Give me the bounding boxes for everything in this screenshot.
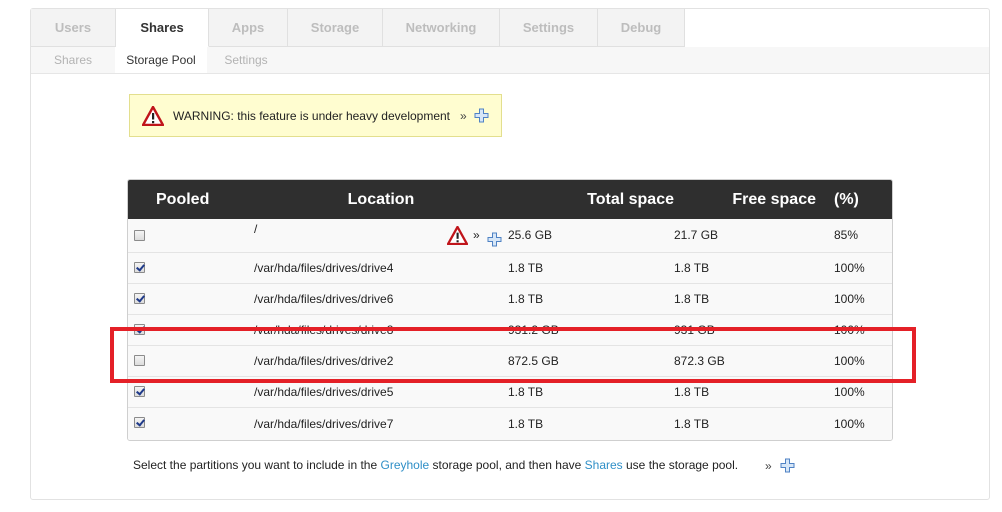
footer-more-link[interactable]: »: [765, 459, 772, 473]
table-row: /var/hda/files/drives/drive4 1.8 TB 1.8 …: [128, 252, 892, 283]
tab-users[interactable]: Users: [31, 9, 116, 47]
total-space-cell: 931.2 GB: [508, 323, 559, 337]
table-row: /var/hda/files/drives/drive5 1.8 TB 1.8 …: [128, 376, 892, 407]
table-row: /var/hda/files/drives/drive2 872.5 GB 87…: [128, 345, 892, 376]
total-space-cell: 1.8 TB: [508, 417, 544, 431]
sub-navigation: Shares Storage Pool Settings: [31, 47, 989, 74]
subtab-shares[interactable]: Shares: [31, 47, 115, 73]
free-space-cell: 1.8 TB: [674, 385, 710, 399]
location-cell: /var/hda/files/drives/drive8: [254, 323, 394, 337]
free-space-cell: 1.8 TB: [674, 417, 710, 431]
pooled-checkbox[interactable]: [134, 386, 145, 397]
footer-text-before: Select the partitions you want to includ…: [133, 458, 381, 472]
location-cell: /var/hda/files/drives/drive6: [254, 292, 394, 306]
pooled-checkbox[interactable]: [134, 417, 145, 428]
plus-icon[interactable]: [780, 458, 795, 478]
warning-banner: WARNING: this feature is under heavy dev…: [129, 94, 502, 137]
location-cell: /: [254, 222, 258, 236]
row-more-link[interactable]: »: [473, 219, 480, 252]
header-location: Location: [347, 191, 415, 208]
subtab-settings[interactable]: Settings: [207, 47, 285, 73]
table-row: / » 25.6 GB 21.7 GB 85%: [128, 219, 892, 252]
table-row: /var/hda/files/drives/drive6 1.8 TB 1.8 …: [128, 283, 892, 314]
tab-settings[interactable]: Settings: [500, 9, 598, 47]
free-space-cell: 872.3 GB: [674, 354, 725, 368]
header-pooled: Pooled: [156, 191, 210, 208]
total-space-cell: 872.5 GB: [508, 354, 559, 368]
free-space-cell: 1.8 TB: [674, 292, 710, 306]
percent-cell: 85%: [834, 228, 859, 242]
table-header: Pooled Location Total space Free space (…: [128, 180, 892, 219]
tab-apps[interactable]: Apps: [209, 9, 288, 47]
location-cell: /var/hda/files/drives/drive4: [254, 261, 394, 275]
header-total-space: Total space: [587, 191, 674, 208]
footer-instructions: Select the partitions you want to includ…: [133, 458, 738, 472]
total-space-cell: 1.8 TB: [508, 292, 544, 306]
plus-icon[interactable]: [474, 108, 489, 128]
pooled-checkbox[interactable]: [134, 355, 145, 366]
greyhole-link[interactable]: Greyhole: [380, 458, 429, 472]
warning-icon: [141, 105, 165, 131]
table-row: /var/hda/files/drives/drive7 1.8 TB 1.8 …: [128, 407, 892, 440]
total-space-cell: 1.8 TB: [508, 261, 544, 275]
percent-cell: 100%: [834, 417, 865, 431]
tab-shares[interactable]: Shares: [116, 9, 209, 47]
total-space-cell: 25.6 GB: [508, 228, 553, 242]
tab-storage[interactable]: Storage: [288, 9, 383, 47]
percent-cell: 100%: [834, 385, 865, 399]
percent-cell: 100%: [834, 292, 865, 306]
storage-pool-table: Pooled Location Total space Free space (…: [127, 179, 893, 441]
shares-link[interactable]: Shares: [585, 458, 623, 472]
location-cell: /var/hda/files/drives/drive7: [254, 417, 394, 431]
tab-debug[interactable]: Debug: [598, 9, 685, 47]
warning-text: WARNING: this feature is under heavy dev…: [173, 109, 451, 123]
free-space-cell: 1.8 TB: [674, 261, 710, 275]
tab-networking[interactable]: Networking: [383, 9, 500, 47]
footer-text-middle: storage pool, and then have: [429, 458, 585, 472]
pooled-checkbox[interactable]: [134, 230, 145, 241]
subtab-storage-pool[interactable]: Storage Pool: [115, 47, 207, 73]
main-panel: Users Shares Apps Storage Networking Set…: [30, 8, 990, 500]
total-space-cell: 1.8 TB: [508, 385, 544, 399]
warning-more-link[interactable]: »: [460, 109, 467, 123]
percent-cell: 100%: [834, 261, 865, 275]
location-cell: /var/hda/files/drives/drive2: [254, 354, 394, 368]
header-percent: (%): [834, 191, 859, 208]
free-space-cell: 931 GB: [674, 323, 715, 337]
percent-cell: 100%: [834, 354, 865, 368]
table-row: /var/hda/files/drives/drive8 931.2 GB 93…: [128, 314, 892, 345]
top-tabs: Users Shares Apps Storage Networking Set…: [31, 9, 685, 47]
footer-text-after: use the storage pool.: [622, 458, 739, 472]
free-space-cell: 21.7 GB: [674, 228, 719, 242]
header-free-space: Free space: [732, 191, 816, 208]
percent-cell: 100%: [834, 323, 865, 337]
pooled-checkbox[interactable]: [134, 262, 145, 273]
pooled-checkbox[interactable]: [134, 324, 145, 335]
pooled-checkbox[interactable]: [134, 293, 145, 304]
location-cell: /var/hda/files/drives/drive5: [254, 385, 394, 399]
